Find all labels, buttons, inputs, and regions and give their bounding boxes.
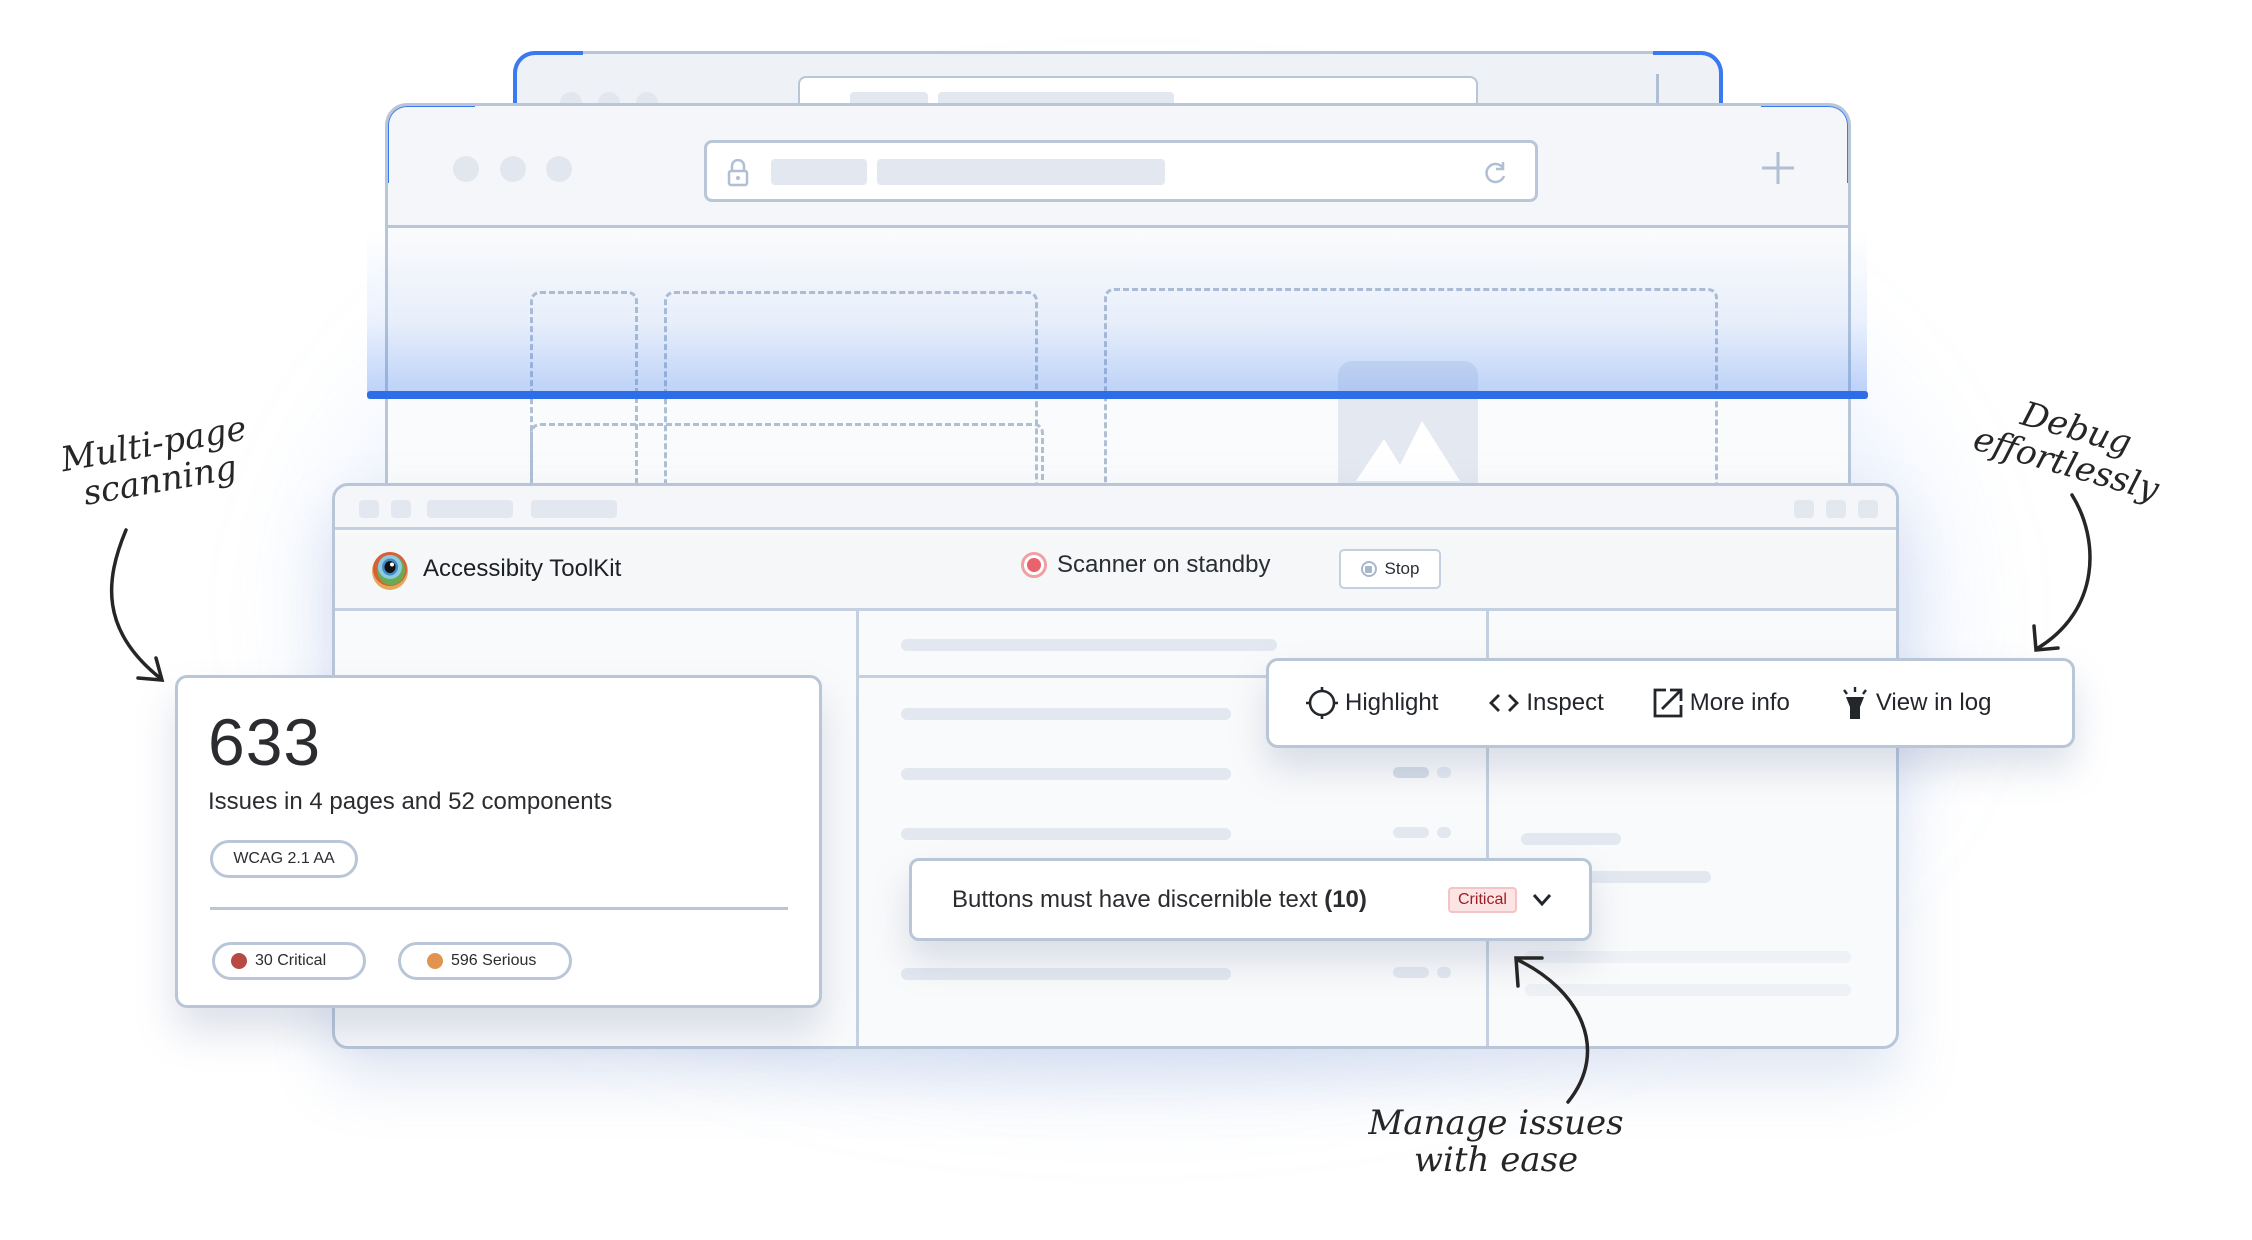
severity-filter-serious[interactable]: 596 Serious xyxy=(398,942,572,980)
record-status-icon xyxy=(1021,552,1047,578)
serious-dot-icon xyxy=(427,953,443,969)
total-issues-count: 633 xyxy=(208,705,322,779)
stop-label: Stop xyxy=(1384,559,1420,578)
toolkit-header: Accessibity ToolKit Scanner on standby S… xyxy=(335,533,1896,611)
code-icon xyxy=(1489,694,1520,712)
issue-count: (10) xyxy=(1324,886,1367,913)
more-info-label: More info xyxy=(1689,689,1790,716)
annotation-manage: Manage issues with ease xyxy=(1366,1103,1626,1181)
toolkit-logo-icon xyxy=(372,552,408,590)
titlebar-skeleton xyxy=(391,500,411,518)
scan-glow xyxy=(367,230,1867,396)
window-dot[interactable] xyxy=(500,156,526,182)
wcag-standard-label: WCAG 2.1 AA xyxy=(233,850,335,867)
severity-label: 596 Serious xyxy=(451,952,537,969)
heading-skeleton xyxy=(901,639,1277,651)
titlebar-skeleton xyxy=(359,500,379,518)
browser-toolbar xyxy=(388,106,1848,228)
titlebar-skeleton xyxy=(531,500,617,518)
toolkit-titlebar xyxy=(335,486,1896,530)
crosshair-icon xyxy=(1306,687,1338,719)
titlebar-skeleton xyxy=(1826,500,1846,518)
stop-button[interactable]: Stop xyxy=(1339,549,1441,589)
stop-icon xyxy=(1360,561,1377,577)
severity-label: 30 Critical xyxy=(255,952,327,969)
issues-summary-card: 633 Issues in 4 pages and 52 components … xyxy=(175,675,822,1008)
inspect-button[interactable]: Inspect xyxy=(1488,689,1604,717)
inspect-label: Inspect xyxy=(1526,689,1604,716)
count-skeleton xyxy=(1393,767,1429,778)
image-icon xyxy=(1356,421,1460,481)
flashlight-icon xyxy=(1842,687,1867,719)
reload-icon[interactable] xyxy=(1483,159,1509,187)
list-skeleton xyxy=(901,828,1231,840)
list-skeleton xyxy=(901,768,1231,780)
wcag-standard-badge[interactable]: WCAG 2.1 AA xyxy=(210,840,358,878)
external-link-icon xyxy=(1653,688,1683,718)
arrow-icon xyxy=(2032,493,2092,652)
titlebar-skeleton xyxy=(1794,500,1814,518)
view-in-log-label: View in log xyxy=(1875,689,1992,716)
chevron-down-icon[interactable] xyxy=(1530,889,1554,911)
severity-filter-critical[interactable]: 30 Critical xyxy=(212,942,366,980)
annotation-line: Manage issues xyxy=(1368,1103,1624,1143)
issue-actions-toolbar: Highlight Inspect More info View in log xyxy=(1266,658,2075,748)
arrow-icon xyxy=(1514,956,1590,1104)
issue-row[interactable]: Buttons must have discernible text (10) … xyxy=(909,858,1592,941)
issues-summary-text: Issues in 4 pages and 52 components xyxy=(208,788,613,815)
annotation-line: with ease xyxy=(1413,1140,1579,1181)
window-accent-right xyxy=(1761,106,1848,183)
titlebar-skeleton xyxy=(427,500,513,518)
count-skeleton xyxy=(1437,767,1451,778)
scan-line xyxy=(367,391,1868,399)
annotation-multi-page: Multi-page scanning xyxy=(57,408,257,517)
lock-icon xyxy=(727,159,749,187)
highlight-label: Highlight xyxy=(1345,689,1439,716)
card-divider xyxy=(210,907,788,910)
detail-skeleton xyxy=(1521,833,1621,845)
more-info-button[interactable]: More info xyxy=(1652,687,1790,719)
window-dot[interactable] xyxy=(546,156,572,182)
new-tab-icon xyxy=(1656,74,1659,104)
count-skeleton xyxy=(1437,967,1451,978)
count-skeleton xyxy=(1393,967,1429,978)
highlight-button[interactable]: Highlight xyxy=(1305,685,1438,721)
url-bar[interactable] xyxy=(704,140,1538,202)
count-skeleton xyxy=(1437,827,1451,838)
status-text: Scanner on standby xyxy=(1057,551,1271,578)
count-skeleton xyxy=(1393,827,1429,838)
url-skeleton xyxy=(771,159,867,185)
critical-dot-icon xyxy=(231,953,247,969)
severity-badge: Critical xyxy=(1448,887,1517,913)
scanner-status: Scanner on standby xyxy=(1021,551,1270,579)
view-in-log-button[interactable]: View in log xyxy=(1840,685,1992,721)
window-accent-left xyxy=(388,106,475,183)
list-skeleton xyxy=(901,968,1231,980)
list-skeleton xyxy=(901,708,1231,720)
url-skeleton xyxy=(877,159,1165,185)
titlebar-skeleton xyxy=(1858,500,1878,518)
app-name: Accessibity ToolKit xyxy=(423,555,622,582)
issue-rule-text: Buttons must have discernible text xyxy=(952,886,1318,913)
arrow-icon xyxy=(109,528,165,682)
issue-title: Buttons must have discernible text (10) xyxy=(952,886,1367,914)
